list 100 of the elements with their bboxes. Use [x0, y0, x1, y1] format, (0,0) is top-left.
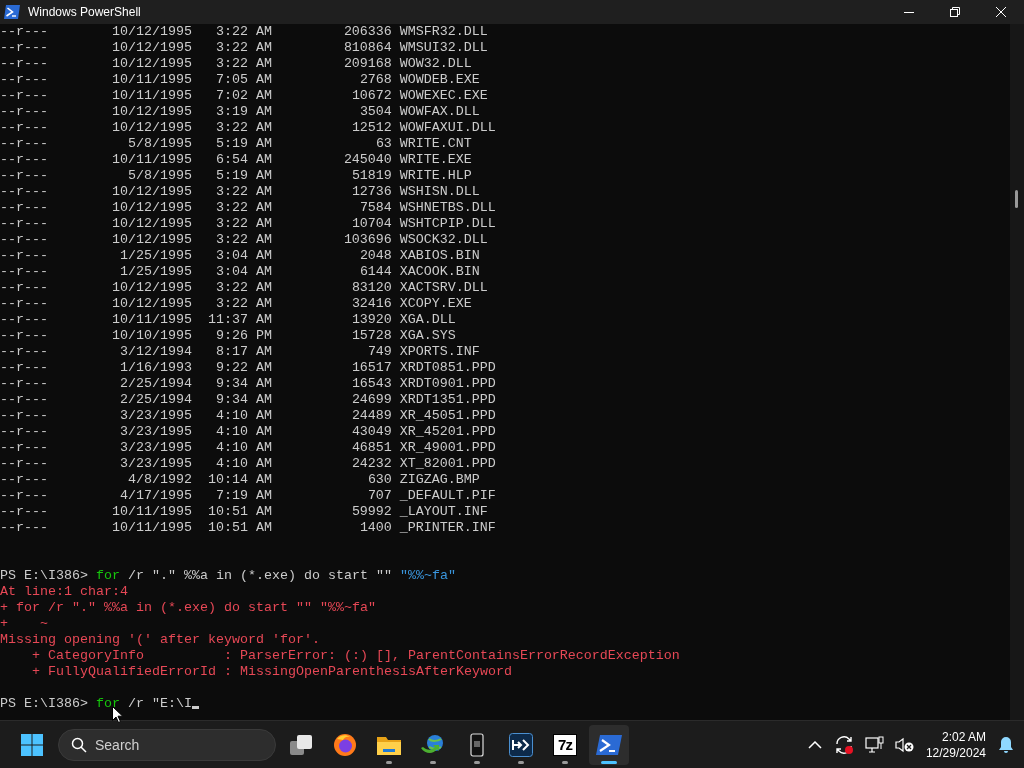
- file-name: _LAYOUT.INF: [399, 504, 488, 519]
- file-size: 13920: [351, 312, 392, 327]
- windows-logo-icon: [21, 733, 43, 756]
- scrollbar[interactable]: [1010, 24, 1024, 720]
- search-button[interactable]: Search: [58, 728, 276, 761]
- mouse-pointer-icon: [112, 706, 123, 723]
- file-time: 9:26 PM: [215, 328, 272, 343]
- file-date: 10/11/1995: [111, 152, 192, 167]
- error-text: + ~: [0, 616, 48, 631]
- archive-app-icon: 7z: [553, 733, 577, 756]
- file-size: 24232: [351, 456, 392, 471]
- file-name: WSHISN.DLL: [399, 184, 480, 199]
- phone-icon: [470, 732, 484, 757]
- file-size: 46851: [351, 440, 392, 455]
- file-size: 59992: [351, 504, 392, 519]
- file-size: 707: [367, 488, 392, 503]
- file-time: 3:22 AM: [215, 184, 272, 199]
- file-time: 3:19 AM: [215, 104, 272, 119]
- file-name: XR_49001.PPD: [399, 440, 496, 455]
- file-date: 3/23/1995: [119, 424, 192, 439]
- file-name: XGA.SYS: [399, 328, 456, 343]
- file-mode: --r---: [0, 40, 48, 56]
- file-time: 7:19 AM: [215, 488, 272, 503]
- file-name: XACOOK.BIN: [399, 264, 480, 279]
- file-name: WOW32.DLL: [399, 56, 472, 71]
- file-name: WRITE.CNT: [399, 136, 472, 151]
- file-time: 3:22 AM: [215, 280, 272, 295]
- file-size: 245040: [343, 152, 392, 167]
- file-date: 3/12/1994: [119, 344, 192, 359]
- file-mode: --r---: [0, 168, 48, 184]
- file-mode: --r---: [0, 392, 48, 408]
- file-time: 10:14 AM: [207, 472, 272, 487]
- command-line: PS E:\I386> for /r "." %%a in (*.exe) do start "" "%%~fa": [0, 568, 456, 584]
- file-mode: --r---: [0, 296, 48, 312]
- file-size: 10704: [351, 216, 392, 231]
- file-time: 3:22 AM: [215, 24, 272, 39]
- file-time: 10:51 AM: [207, 520, 272, 535]
- file-size: 83120: [351, 280, 392, 295]
- file-time: 3:22 AM: [215, 40, 272, 55]
- file-name: WOWFAXUI.DLL: [399, 120, 496, 135]
- file-mode: --r---: [0, 72, 48, 88]
- file-name: _PRINTER.INF: [399, 520, 496, 535]
- restore-icon: [950, 7, 960, 17]
- file-mode: --r---: [0, 104, 48, 120]
- file-name: WSHNETBS.DLL: [399, 200, 496, 215]
- file-mode: --r---: [0, 504, 48, 520]
- file-mode: --r---: [0, 24, 48, 40]
- file-size: 2768: [359, 72, 392, 87]
- file-date: 10/12/1995: [111, 24, 192, 39]
- file-mode: --r---: [0, 376, 48, 392]
- clock-button[interactable]: 2:02 AM 12/29/2024: [919, 724, 992, 765]
- file-size: 10672: [351, 88, 392, 103]
- file-date: 1/16/1993: [119, 360, 192, 375]
- remote-app-icon: [509, 732, 533, 757]
- file-mode: --r---: [0, 56, 48, 72]
- file-name: XR_45051.PPD: [399, 408, 496, 423]
- file-date: 10/12/1995: [111, 120, 192, 135]
- taskbar-app-button[interactable]: [589, 724, 629, 765]
- file-name: XPORTS.INF: [399, 344, 480, 359]
- file-mode: --r---: [0, 344, 48, 360]
- file-time: 3:22 AM: [215, 296, 272, 311]
- file-name: ZIGZAG.BMP: [399, 472, 480, 487]
- file-date: 10/12/1995: [111, 104, 192, 119]
- file-name: XACTSRV.DLL: [399, 280, 488, 295]
- file-mode: --r---: [0, 88, 48, 104]
- file-date: 10/12/1995: [111, 200, 192, 215]
- file-time: 6:54 AM: [215, 152, 272, 167]
- file-size: 15728: [351, 328, 392, 343]
- globe-arrow-icon: [420, 733, 446, 756]
- file-mode: --r---: [0, 280, 48, 296]
- file-name: WMSFR32.DLL: [399, 24, 488, 39]
- file-size: 3504: [359, 104, 392, 119]
- file-date: 10/12/1995: [111, 40, 192, 55]
- file-mode: --r---: [0, 248, 48, 264]
- file-time: 8:17 AM: [215, 344, 272, 359]
- file-time: 4:10 AM: [215, 440, 272, 455]
- file-mode: --r---: [0, 408, 48, 424]
- file-date: 10/11/1995: [111, 88, 192, 103]
- file-date: 10/12/1995: [111, 184, 192, 199]
- file-size: 749: [367, 344, 392, 359]
- file-name: XABIOS.BIN: [399, 248, 480, 263]
- file-mode: --r---: [0, 472, 48, 488]
- close-icon: [996, 7, 1006, 17]
- taskbar-app-button[interactable]: 7z: [545, 724, 585, 765]
- file-mode: --r---: [0, 520, 48, 536]
- file-mode: --r---: [0, 264, 48, 280]
- file-mode: --r---: [0, 184, 48, 200]
- file-date: 5/8/1995: [127, 136, 192, 151]
- file-mode: --r---: [0, 216, 48, 232]
- file-name: WSOCK32.DLL: [399, 232, 488, 247]
- file-mode: --r---: [0, 456, 48, 472]
- scrollbar-thumb[interactable]: [1015, 190, 1018, 208]
- file-date: 10/10/1995: [111, 328, 192, 343]
- file-name: XRDT0851.PPD: [399, 360, 496, 375]
- file-size: 43049: [351, 424, 392, 439]
- file-time: 4:10 AM: [215, 456, 272, 471]
- file-size: 630: [367, 472, 392, 487]
- file-date: 4/8/1992: [127, 472, 192, 487]
- window-title: Windows PowerShell: [28, 5, 141, 19]
- file-name: XRDT1351.PPD: [399, 392, 496, 407]
